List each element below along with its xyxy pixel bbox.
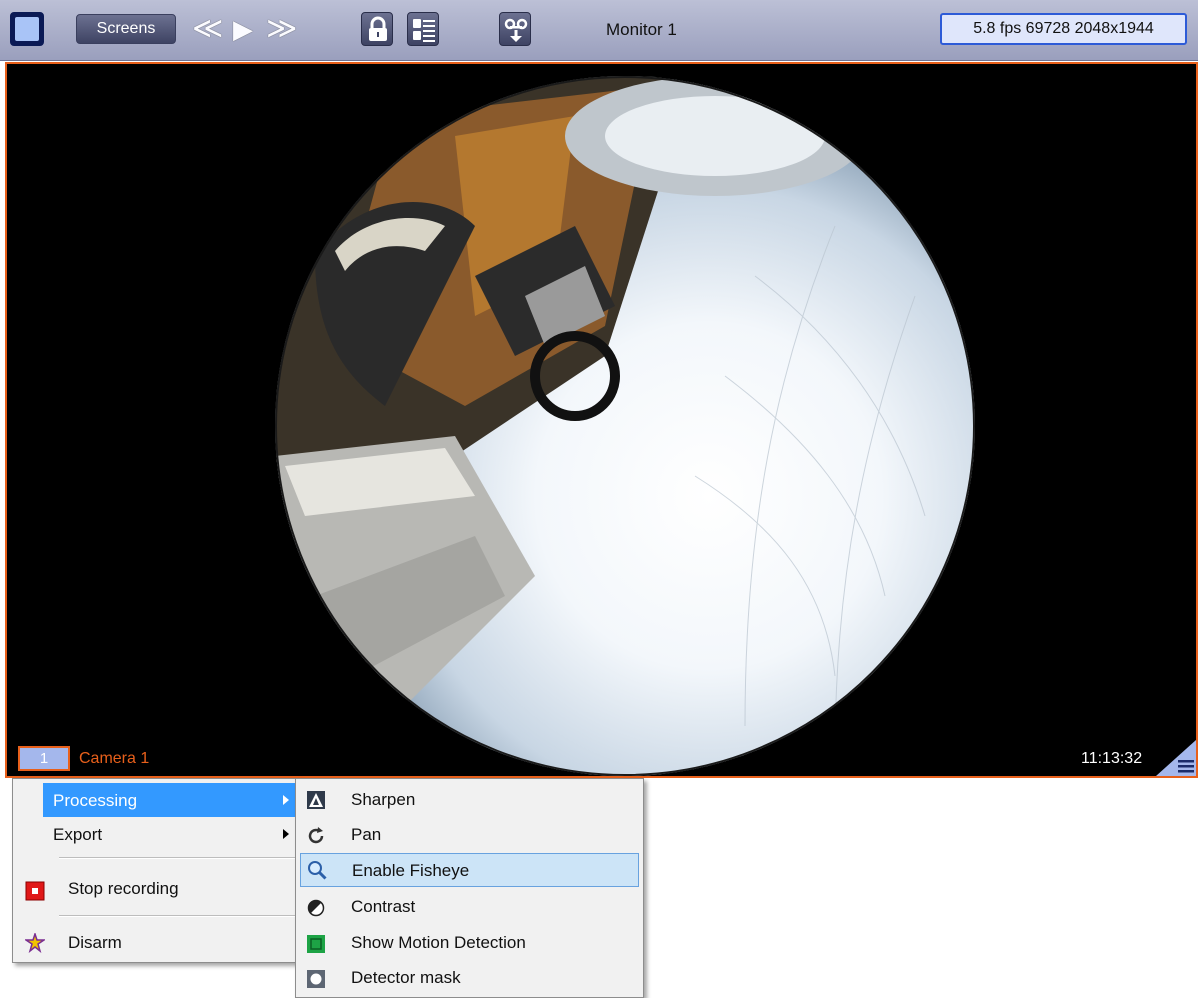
menu-separator xyxy=(59,915,295,917)
menu-item-label: Processing xyxy=(53,791,138,810)
voicemail-icon[interactable] xyxy=(499,12,531,46)
sharpen-icon xyxy=(307,791,325,809)
menu-item-sharpen[interactable]: Sharpen xyxy=(296,782,643,816)
menu-separator xyxy=(59,857,295,859)
camera-context-menu: Processing Export Stop recording Disarm xyxy=(12,778,300,963)
menu-item-label: Stop recording xyxy=(68,879,179,898)
camera-video-frame[interactable]: 1 Camera 1 11:13:32 xyxy=(5,62,1198,778)
menu-item-stop-recording[interactable]: Stop recording xyxy=(13,871,299,907)
stop-recording-icon xyxy=(25,881,45,901)
menu-item-disarm[interactable]: Disarm xyxy=(13,925,299,959)
menu-item-label: Show Motion Detection xyxy=(351,933,526,952)
menu-item-label: Detector mask xyxy=(351,968,461,987)
camera-name: Camera 1 xyxy=(79,750,150,767)
processing-submenu: Sharpen Pan Enable Fisheye Contrast Show… xyxy=(295,778,644,998)
camera-number-badge[interactable]: 1 xyxy=(18,746,70,771)
camera-menu-icon[interactable] xyxy=(1156,740,1196,776)
menu-item-pan[interactable]: Pan xyxy=(296,817,643,851)
next-icon[interactable]: ≫ xyxy=(266,14,297,44)
play-icon[interactable]: ▶ xyxy=(233,14,253,44)
stream-stats: 5.8 fps 69728 2048x1944 xyxy=(940,13,1187,45)
layout-square-icon[interactable] xyxy=(10,12,44,46)
submenu-arrow-icon xyxy=(283,795,289,805)
menu-item-label: Enable Fisheye xyxy=(352,861,470,880)
magnifier-icon xyxy=(308,861,327,880)
menu-item-label: Pan xyxy=(351,825,382,844)
previous-icon[interactable]: ≪ xyxy=(192,14,223,44)
disarm-icon xyxy=(25,933,45,953)
event-list-icon[interactable] xyxy=(407,12,439,46)
menu-item-export[interactable]: Export xyxy=(43,817,295,851)
submenu-arrow-icon xyxy=(283,829,289,839)
menu-item-processing[interactable]: Processing xyxy=(43,783,295,817)
menu-item-label: Export xyxy=(53,825,103,844)
pan-icon xyxy=(308,827,324,844)
monitor-title: Monitor 1 xyxy=(606,20,677,39)
screens-button[interactable]: Screens xyxy=(76,14,176,44)
menu-item-detector-mask[interactable]: Detector mask xyxy=(296,960,643,994)
contrast-icon xyxy=(307,899,325,917)
fisheye-video-image xyxy=(275,76,975,776)
menu-item-show-motion-detection[interactable]: Show Motion Detection xyxy=(296,925,643,959)
menu-item-label: Sharpen xyxy=(351,790,416,809)
lock-icon[interactable] xyxy=(361,12,393,46)
detector-mask-icon xyxy=(307,970,325,988)
menu-item-enable-fisheye[interactable]: Enable Fisheye xyxy=(300,853,639,887)
camera-time: 11:13:32 xyxy=(1081,750,1143,767)
menu-item-contrast[interactable]: Contrast xyxy=(296,889,643,923)
menu-item-label: Contrast xyxy=(351,897,416,916)
motion-detection-icon xyxy=(307,935,325,953)
menu-item-label: Disarm xyxy=(68,933,122,952)
toolbar: Screens ≪ ▶ ≫ Monitor 1 5.8 fps 69728 20… xyxy=(0,0,1198,61)
